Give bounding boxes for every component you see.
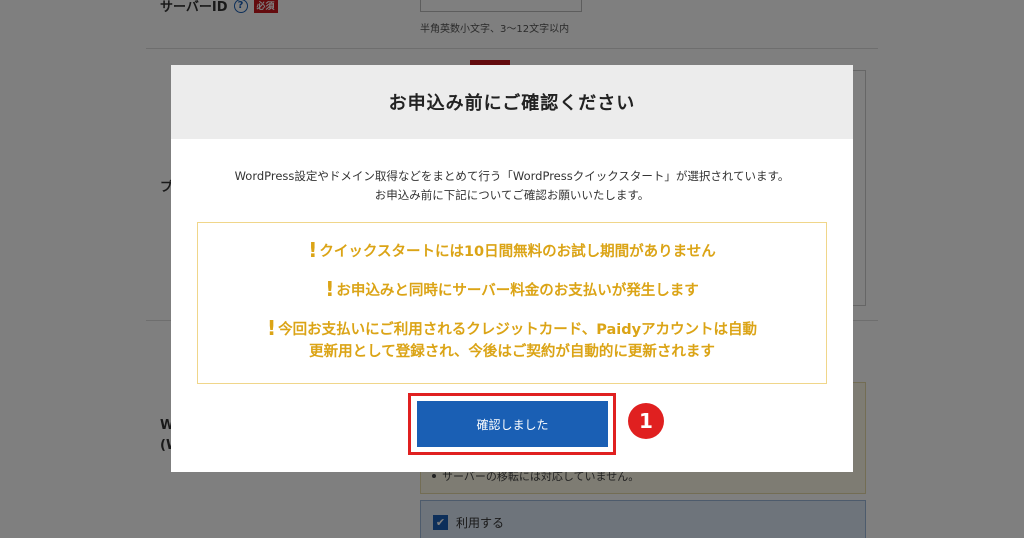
intro-line: お申込み前に下記についてご確認お願いいたします。 (374, 188, 650, 202)
warning-item: ! お申込みと同時にサーバー料金のお支払いが発生します (198, 278, 826, 302)
exclamation-icon: ! (308, 238, 318, 262)
modal-title: お申込み前にご確認ください (388, 93, 636, 114)
exclamation-icon: ! (266, 316, 277, 340)
warning-text: クイックスタートには10日間無料のお試し期間がありません (319, 244, 716, 260)
modal-intro: WordPress設定やドメイン取得などをまとめて行う「WordPressクイッ… (171, 167, 853, 205)
intro-line: WordPress設定やドメイン取得などをまとめて行う「WordPressクイッ… (234, 169, 790, 183)
modal-header: お申込み前にご確認ください (171, 65, 853, 139)
warning-text-continued: 更新用として登録され、今後はご契約が自動的に更新されます (309, 344, 715, 360)
warning-item: ! クイックスタートには10日間無料のお試し期間がありません (198, 239, 826, 263)
confirm-button[interactable]: 確認しました (417, 401, 608, 447)
step-number-badge: 1 (628, 403, 664, 439)
warning-item: ! 今回お支払いにご利用されるクレジットカード、Paidyアカウントは自動 更新用… (198, 317, 826, 363)
exclamation-icon: ! (325, 277, 335, 301)
confirmation-modal: お申込み前にご確認ください WordPress設定やドメイン取得などをまとめて行… (171, 65, 853, 472)
warning-box: ! クイックスタートには10日間無料のお試し期間がありません ! お申込みと同時にサ… (197, 222, 827, 384)
warning-text: お申込みと同時にサーバー料金のお支払いが発生します (336, 283, 699, 299)
warning-text: 今回お支払いにご利用されるクレジットカード、Paidyアカウントは自動 (278, 322, 758, 338)
